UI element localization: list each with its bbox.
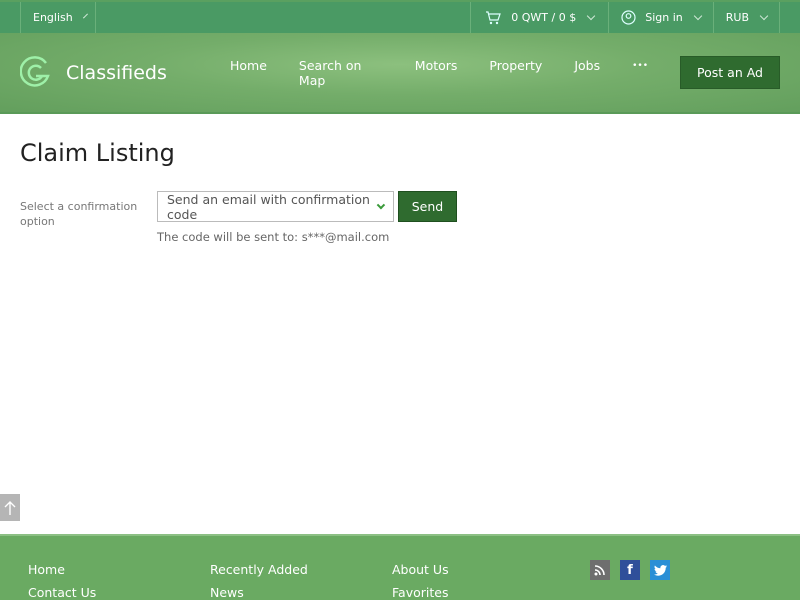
footer-favorites[interactable]: Favorites (392, 581, 449, 604)
footer-contact-us[interactable]: Contact Us (28, 581, 96, 604)
page-title: Claim Listing (20, 139, 175, 167)
confirmation-option-select[interactable]: Send an email with confirmation code (157, 191, 394, 222)
logo[interactable]: Classifieds (20, 55, 230, 90)
footer-recently-added[interactable]: Recently Added (210, 558, 308, 581)
cart-icon (486, 10, 502, 24)
rss-icon[interactable] (590, 560, 610, 580)
nav-motors[interactable]: Motors (415, 58, 458, 88)
nav-property[interactable]: Property (489, 58, 542, 88)
header: Classifieds Home Search on Map Motors Pr… (0, 33, 800, 114)
facebook-icon[interactable]: f (620, 560, 640, 580)
footer-home[interactable]: Home (28, 558, 96, 581)
twitter-icon[interactable] (650, 560, 670, 580)
nav-home[interactable]: Home (230, 58, 267, 88)
send-button[interactable]: Send (398, 191, 457, 222)
nav-more[interactable]: ••• (632, 61, 648, 88)
footer: Home Contact Us Recently Added News About … (0, 534, 800, 600)
post-ad-button[interactable]: Post an Ad (680, 56, 780, 89)
signin-label: Sign in (645, 11, 683, 24)
main-nav: Home Search on Map Motors Property Jobs … (230, 58, 680, 88)
currency-selector[interactable]: RUB (714, 2, 780, 33)
nav-jobs[interactable]: Jobs (574, 58, 600, 88)
chevron-down-icon (693, 11, 702, 21)
code-hint: The code will be sent to: s***@mail.com (157, 230, 390, 244)
footer-about-us[interactable]: About Us (392, 558, 449, 581)
chevron-down-icon (377, 200, 386, 209)
arrow-up-icon (4, 500, 16, 515)
top-bar: English 0 QWT / 0 $ Sign in RUB (0, 0, 800, 33)
user-icon (621, 10, 636, 25)
brand-name: Classifieds (66, 61, 167, 84)
confirmation-option-label: Select a confirmation option (20, 200, 138, 228)
cart-button[interactable]: 0 QWT / 0 $ (470, 2, 610, 33)
cart-summary: 0 QWT / 0 $ (511, 11, 577, 24)
footer-news[interactable]: News (210, 581, 308, 604)
select-value: Send an email with confirmation code (167, 191, 370, 222)
currency-label: RUB (725, 11, 749, 24)
scroll-to-top-button[interactable] (0, 494, 20, 521)
nav-search-on-map[interactable]: Search on Map (299, 58, 383, 88)
language-selector[interactable]: English (20, 2, 96, 33)
signin-button[interactable]: Sign in (609, 2, 714, 33)
logo-icon (20, 55, 50, 87)
language-label: English (33, 11, 73, 24)
chevron-down-icon (586, 11, 596, 21)
chevron-down-icon (82, 13, 88, 19)
chevron-down-icon (759, 11, 769, 21)
